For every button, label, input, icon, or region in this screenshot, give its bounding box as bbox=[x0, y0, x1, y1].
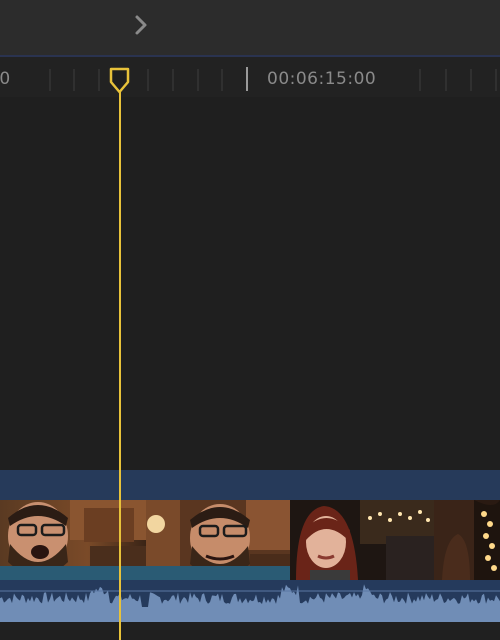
clip-thumbnail-3[interactable] bbox=[290, 500, 434, 580]
clip-thumbnail-2[interactable] bbox=[146, 500, 290, 580]
clip-frame-man-1 bbox=[0, 500, 146, 580]
timeline-bottom-strip bbox=[0, 622, 500, 640]
ruler-timecode-left: 00 bbox=[0, 69, 11, 89]
storyline-clip-header[interactable] bbox=[0, 470, 500, 500]
timeline-gap bbox=[0, 460, 500, 470]
playhead-icon[interactable] bbox=[109, 67, 130, 94]
ruler-timecode-main: 00:06:15:00 bbox=[267, 69, 377, 89]
ruler-ticks bbox=[49, 67, 497, 91]
audio-waveform bbox=[0, 584, 500, 622]
clip-thumbnail-4[interactable] bbox=[434, 500, 500, 580]
top-toolbar bbox=[0, 0, 500, 56]
timeline-ruler[interactable]: 00 00:06:15:00 bbox=[0, 57, 500, 97]
clip-frame-man-2 bbox=[146, 500, 290, 580]
clip-frame-lights bbox=[434, 500, 500, 580]
audio-waveform-track[interactable] bbox=[0, 580, 500, 622]
playhead-line[interactable] bbox=[119, 86, 121, 640]
clip-thumbnail-1[interactable] bbox=[0, 500, 146, 580]
timeline-canvas[interactable] bbox=[0, 97, 500, 460]
clip-frame-woman bbox=[290, 500, 434, 580]
chevron-right-icon[interactable] bbox=[132, 12, 152, 38]
